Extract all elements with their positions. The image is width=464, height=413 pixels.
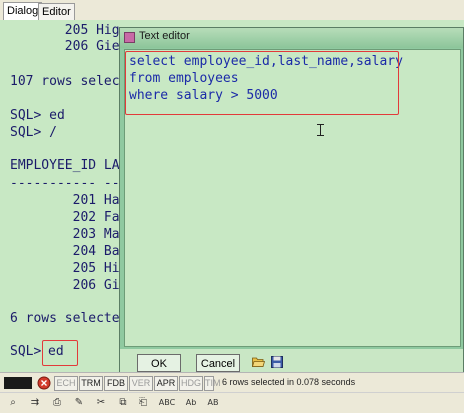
dialog-titlebar[interactable]: Text editor (120, 28, 463, 48)
tab-bar: Dialog Editor (0, 0, 464, 21)
console-line: 204 Bae (10, 244, 128, 259)
ok-button[interactable]: OK (137, 354, 181, 372)
print-icon[interactable]: ⎙ (50, 396, 64, 410)
status-bar: ECH TRM FDB VER APR HDG TIM 6 rows selec… (0, 372, 464, 393)
console-line: SQL> / (10, 125, 57, 140)
open-folder-icon[interactable] (252, 356, 265, 368)
copy-icon[interactable]: ⧉ (116, 396, 130, 410)
line-indicator-icon (4, 377, 32, 389)
status-trm: TRM (79, 376, 103, 391)
bottom-toolbar: ⌕ ⇉ ⎙ ✎ ✂ ⧉ ⎗ ABC Ab AB (0, 392, 464, 413)
console-line: 6 rows selected (10, 311, 128, 326)
console-line: 205 Hig (10, 23, 120, 38)
pencil-icon[interactable]: ✎ (72, 396, 86, 410)
console-line: 202 Fay (10, 210, 128, 225)
console-line: EMPLOYEE_ID LAS (10, 158, 128, 173)
console-line: ----------- --- (10, 176, 128, 191)
status-ver: VER (129, 376, 153, 391)
dialog-title: Text editor (139, 30, 190, 42)
tab-editor[interactable]: Editor (38, 3, 75, 20)
cancel-button[interactable]: Cancel (196, 354, 240, 372)
text-editor-app-icon (124, 32, 135, 43)
status-tim: TIM (204, 376, 221, 391)
console-prompt: SQL> (10, 344, 42, 359)
binoculars-icon[interactable]: ⌕ (6, 396, 20, 410)
text-editor-dialog: Text editor select employee_id,last_name… (119, 27, 464, 377)
status-fdb: FDB (104, 376, 128, 391)
tab-dialog[interactable]: Dialog (3, 2, 43, 21)
status-message: 6 rows selected in 0.078 seconds (222, 377, 356, 387)
console-line: 203 Mav (10, 227, 128, 242)
console-line: 201 Har (10, 193, 128, 208)
titlecase-button[interactable]: Ab (181, 396, 201, 410)
quote-case-button[interactable]: AB (203, 396, 223, 410)
paste-icon[interactable]: ⎗ (136, 396, 150, 410)
query-highlight (125, 51, 399, 115)
status-hdg: HDG (179, 376, 203, 391)
save-icon[interactable] (271, 356, 283, 368)
console-line: 206 Gie (10, 278, 128, 293)
console-line: SQL> ed (10, 108, 65, 123)
console-line: 205 Hig (10, 261, 128, 276)
status-ech: ECH (54, 376, 78, 391)
sql-editor-textarea[interactable]: select employee_id,last_name,salary from… (124, 49, 461, 347)
console-line: 206 Gie (10, 39, 120, 54)
command-highlight (42, 340, 78, 366)
find-next-icon[interactable]: ⇉ (28, 396, 42, 410)
text-cursor-icon (317, 124, 324, 136)
status-apr: APR (154, 376, 178, 391)
uppercase-button[interactable]: ABC (155, 396, 179, 410)
stop-icon[interactable] (37, 376, 51, 390)
cut-icon[interactable]: ✂ (94, 396, 108, 410)
